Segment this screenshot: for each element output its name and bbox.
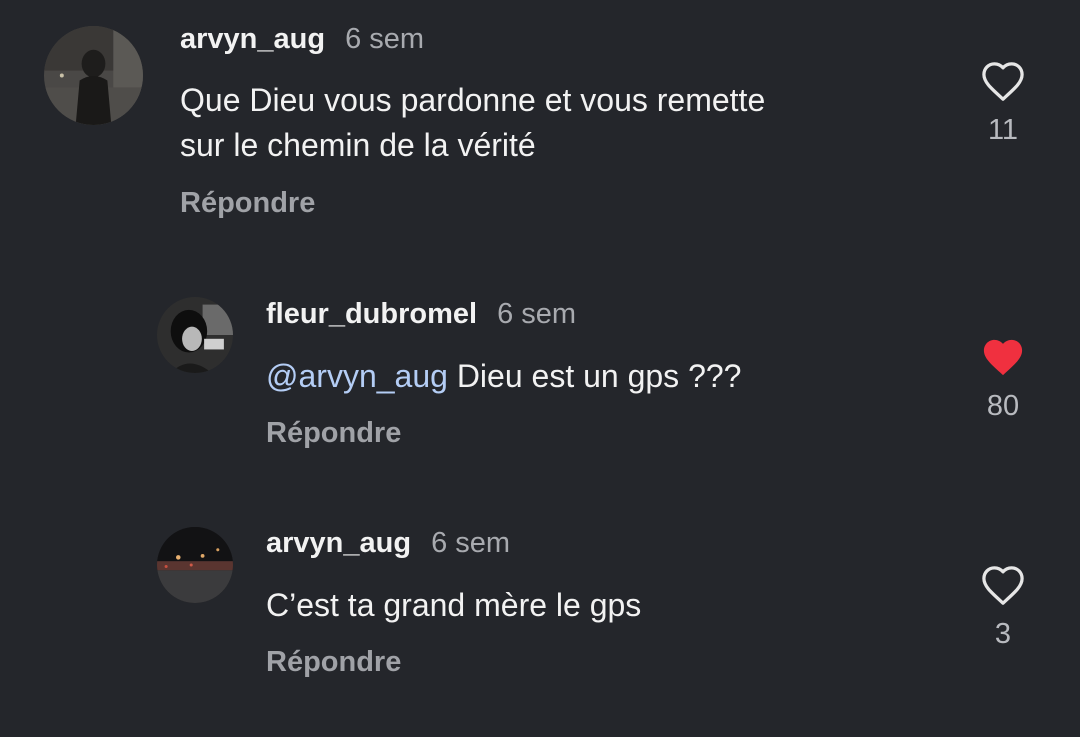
- reply-button[interactable]: Répondre: [266, 646, 401, 679]
- comment-item: arvyn_aug 6 sem C’est ta grand mère le gp…: [0, 510, 1080, 737]
- comment-text-line: Que Dieu vous pardonne et vous remette: [180, 82, 766, 118]
- avatar[interactable]: [157, 297, 233, 373]
- timestamp: 6 sem: [431, 527, 511, 559]
- like-button[interactable]: 80: [963, 336, 1043, 423]
- comment-header: arvyn_aug 6 sem: [266, 527, 510, 560]
- comment-item: arvyn_aug 6 sem Que Dieu vous pardonne et…: [0, 0, 1080, 240]
- comment-text: @arvyn_aug Dieu est un gps ???: [266, 354, 741, 399]
- like-count: 11: [987, 114, 1019, 146]
- reply-button[interactable]: Répondre: [266, 417, 401, 450]
- comment-text-body: Dieu est un gps ???: [447, 358, 742, 394]
- comment-text: C’est ta grand mère le gps: [266, 583, 641, 628]
- heart-outline-icon: [982, 62, 1024, 101]
- heart-outline-icon: [982, 566, 1024, 605]
- comment-text-body: C’est ta grand mère le gps: [266, 587, 642, 623]
- like-count: 80: [986, 390, 1020, 422]
- reply-button[interactable]: Répondre: [180, 187, 315, 220]
- comment-text-line: sur le chemin de la vérité: [180, 127, 536, 163]
- username[interactable]: arvyn_aug: [180, 23, 325, 55]
- like-count: 3: [994, 618, 1012, 650]
- timestamp: 6 sem: [345, 23, 425, 55]
- avatar[interactable]: [157, 527, 233, 603]
- like-button[interactable]: 11: [963, 60, 1043, 147]
- comment-header: fleur_dubromel 6 sem: [266, 298, 576, 331]
- like-button[interactable]: 3: [963, 564, 1043, 651]
- user-mention[interactable]: @arvyn_aug: [266, 358, 448, 394]
- comment-header: arvyn_aug 6 sem: [180, 23, 424, 56]
- timestamp: 6 sem: [497, 298, 577, 330]
- comment-item: fleur_dubromel 6 sem @arvyn_aug Dieu est …: [0, 280, 1080, 500]
- avatar[interactable]: [44, 26, 143, 125]
- username[interactable]: fleur_dubromel: [266, 298, 477, 330]
- heart-filled-icon: [983, 339, 1023, 376]
- comment-text: Que Dieu vous pardonne et vous remette s…: [180, 78, 765, 168]
- username[interactable]: arvyn_aug: [266, 527, 411, 559]
